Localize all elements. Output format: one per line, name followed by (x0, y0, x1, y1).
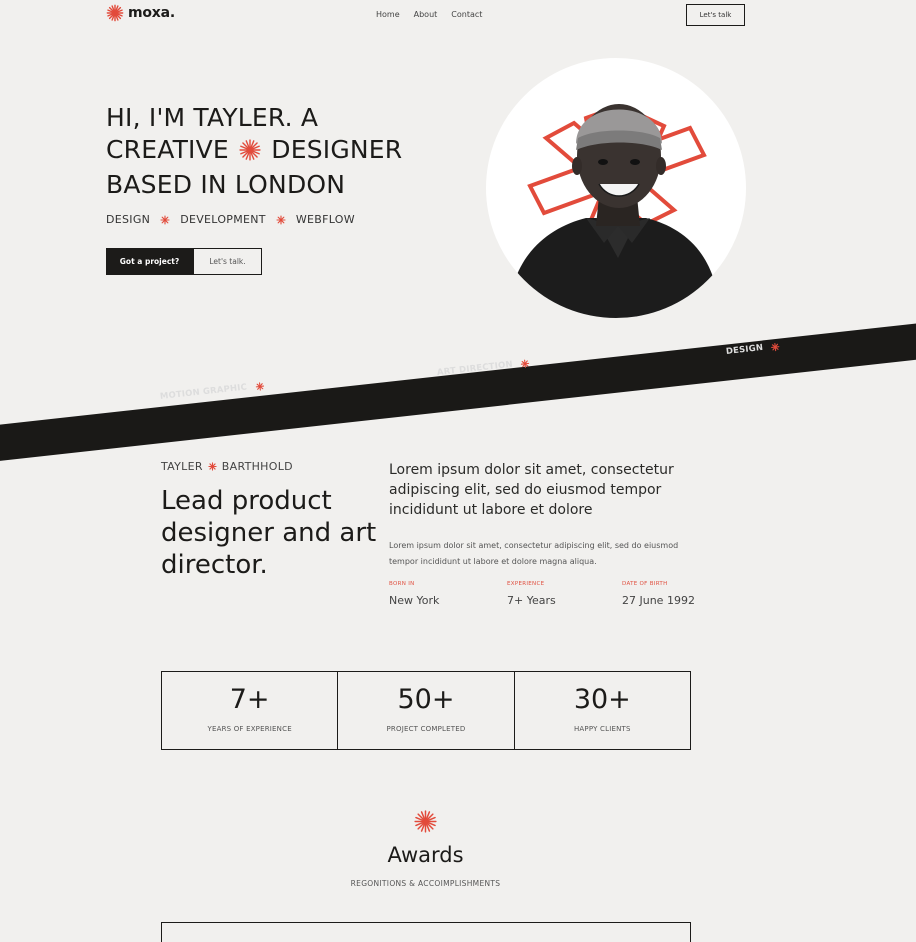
stat-label: HAPPY CLIENTS (573, 725, 631, 733)
nav-contact-link[interactable]: Contact (451, 10, 482, 19)
stat-projects: 50+ PROJECT COMPLETED (338, 672, 515, 749)
burst-icon (239, 137, 261, 169)
nav-home-link[interactable]: Home (376, 10, 400, 19)
hero-title-line3: BASED IN LONDON (106, 170, 346, 199)
hero-title: HI, I'M TAYLER. A CREATIVE DESIGNER BASE… (106, 102, 402, 201)
burst-icon (771, 342, 780, 351)
lets-talk-button[interactable]: Let's talk. (193, 248, 262, 275)
burst-icon (276, 214, 286, 225)
fact-value: New York (389, 594, 440, 607)
fact-born-in: BORN IN New York (389, 581, 439, 607)
burst-logo-icon (106, 4, 124, 22)
stat-number: 7+ (229, 684, 270, 715)
got-a-project-button[interactable]: Got a project? (106, 248, 193, 275)
fact-label: BORN IN (389, 581, 415, 587)
stats-panel: 7+ YEARS OF EXPERIENCE 50+ PROJECT COMPL… (161, 671, 691, 750)
logo[interactable]: moxa. (106, 4, 175, 22)
burst-icon (255, 381, 264, 391)
burst-icon (208, 462, 217, 471)
awards-list (161, 922, 691, 942)
fact-label: EXPERIENCE (507, 581, 545, 587)
service-development: DEVELOPMENT (180, 213, 266, 226)
fact-experience: EXPERIENCE 7+ Years (507, 581, 556, 607)
fact-value: 27 June 1992 (622, 594, 695, 607)
hero-title-line2-a: CREATIVE (106, 135, 229, 164)
person-name: TAYLER BARTHHOLD (161, 460, 293, 473)
service-design: DESIGN (106, 213, 151, 226)
lets-talk-nav-button[interactable]: Let's talk (686, 4, 745, 26)
first-name: TAYLER (161, 460, 203, 473)
main-nav: Home About Contact (376, 10, 482, 19)
fact-date-of-birth: DATE OF BIRTH 27 June 1992 (622, 581, 695, 607)
stat-number: 50+ (397, 684, 455, 715)
burst-icon (521, 359, 530, 368)
burst-icon (414, 810, 437, 837)
about-intro: Lorem ipsum dolor sit amet, consectetur … (389, 462, 674, 518)
stat-label: YEARS OF EXPERIENCE (207, 725, 292, 733)
fact-label: DATE OF BIRTH (622, 581, 668, 587)
last-name: BARTHHOLD (221, 460, 293, 473)
awards-subtitle: REGONITIONS & ACCOIMPLISHMENTS (350, 879, 501, 888)
about-headline: Lead product designer and art director. (161, 486, 377, 580)
hero-title-line2-b: DESIGNER (271, 135, 403, 164)
stat-clients: 30+ HAPPY CLIENTS (515, 672, 690, 749)
burst-icon (160, 214, 170, 225)
portrait-photo (486, 58, 746, 318)
brand-name: moxa. (128, 5, 176, 21)
stat-experience: 7+ YEARS OF EXPERIENCE (162, 672, 339, 749)
service-webflow: WEBFLOW (295, 213, 355, 226)
fact-value: 7+ Years (507, 594, 556, 607)
hero-title-line1: HI, I'M TAYLER. A (106, 103, 319, 132)
nav-about-link[interactable]: About (414, 10, 438, 19)
stat-number: 30+ (573, 684, 631, 715)
awards-title: Awards (387, 843, 464, 867)
stat-label: PROJECT COMPLETED (386, 725, 466, 733)
about-body: Lorem ipsum dolor sit amet, consectetur … (389, 541, 679, 566)
services-list: DESIGN DEVELOPMENT WEBFLOW (106, 213, 355, 226)
